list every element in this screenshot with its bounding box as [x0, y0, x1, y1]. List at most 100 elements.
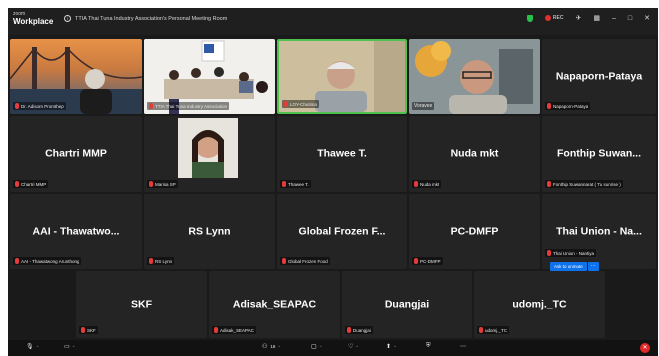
participant-name: Thawee T.	[317, 147, 367, 160]
mic-muted-icon	[149, 181, 153, 187]
mic-muted-icon	[547, 181, 551, 187]
participant-tile[interactable]: RS Lynn RS Lynn	[144, 194, 275, 269]
ask-to-unmute-button[interactable]: Ask to unmute	[550, 262, 587, 271]
chevron-up-icon[interactable]: ^	[320, 344, 322, 349]
participant-label: PC-DMFP	[412, 257, 443, 265]
participant-name: Chartri MMP	[45, 147, 107, 160]
maximize-icon[interactable]: □	[628, 15, 632, 22]
pin-icon[interactable]: ✈	[575, 14, 581, 22]
minimize-icon[interactable]: –	[612, 15, 616, 22]
participant-name: RS Lynn	[188, 224, 231, 237]
chevron-up-icon[interactable]: ^	[73, 344, 75, 349]
participant-name: PC-DMFP	[450, 224, 499, 237]
microphone-icon[interactable]: 🎙	[26, 343, 34, 350]
mic-muted-icon	[414, 258, 418, 264]
share-control[interactable]: ⬆ ^	[386, 343, 396, 350]
zoom-window: zoom Workplace i TTIA Thai Tuna Industry…	[8, 8, 658, 356]
mic-muted-icon	[347, 327, 351, 333]
video-control[interactable]: ▭ ^	[64, 343, 75, 350]
mic-muted-icon	[282, 258, 286, 264]
participant-tile[interactable]: Thai Union - Na... Thai Union - Nantiya	[542, 194, 656, 269]
participant-tile[interactable]: Fonthip Suwan... Fonthip Suwannarat ( Tu…	[542, 116, 656, 192]
rec-label: REC	[552, 15, 564, 21]
participant-tile[interactable]: Dr. Adisorn Promthep	[10, 39, 142, 114]
participant-tile[interactable]: Chartri MMP Chartri MMP	[10, 116, 142, 192]
record-dot-icon	[544, 15, 551, 21]
participant-tile[interactable]: Thawee T. Thawee T.	[277, 116, 407, 192]
participants-count: 18	[270, 344, 276, 349]
participant-label: Nuda mkt	[412, 180, 442, 188]
participant-tile[interactable]: Marisa SP	[144, 116, 275, 192]
info-icon[interactable]: i	[64, 15, 71, 22]
participant-tile[interactable]: Voravee	[409, 39, 540, 114]
more-options-button[interactable]: ···	[587, 262, 599, 271]
participant-name: Adisak_SEAPAC	[232, 297, 317, 310]
share-screen-icon[interactable]: ⬆	[386, 343, 391, 350]
mic-muted-icon	[149, 103, 153, 109]
participant-avatar-photo	[178, 118, 238, 178]
participant-label: Adisak_SEAPAC	[212, 326, 256, 334]
participant-label: Chartri MMP	[13, 180, 49, 188]
participant-tile[interactable]: Global Frozen F... Global Frozen Food	[277, 194, 407, 269]
mic-muted-icon	[15, 258, 19, 264]
participant-label: Dr. Adisorn Promthep	[13, 102, 66, 110]
participant-tile[interactable]: udomj._TC udomj._TC	[474, 271, 605, 338]
participant-label: Duangjai	[345, 326, 373, 334]
mic-muted-icon	[81, 327, 85, 333]
participant-label: Marisa SP	[147, 180, 178, 188]
participant-tile[interactable]: Duangjai Duangjai	[342, 271, 472, 338]
zoom-logo: zoom Workplace	[13, 12, 53, 26]
host-tools-control[interactable]: ⛨	[426, 343, 431, 350]
participant-tile[interactable]: Napaporn-Pataya Napaporn-Pataya	[542, 39, 656, 114]
mic-muted-icon	[149, 258, 153, 264]
title-bar: zoom Workplace i TTIA Thai Tuna Industry…	[8, 8, 658, 35]
reactions-icon[interactable]: ♡	[348, 343, 353, 350]
participants-icon[interactable]: ⚇	[262, 343, 267, 350]
mic-muted-icon	[479, 327, 483, 333]
participant-label: Global Frozen Food	[280, 257, 330, 265]
participant-name: Global Frozen F...	[298, 224, 386, 237]
participants-control[interactable]: ⚇ 18 ^	[262, 343, 280, 350]
mic-muted-icon	[15, 181, 19, 187]
participant-name: Fonthip Suwan...	[557, 147, 641, 160]
video-camera-icon[interactable]: ▭	[64, 343, 70, 350]
participant-label: AAI - Thawatwong Arunthong	[13, 257, 82, 265]
react-control[interactable]: ♡ ^	[348, 343, 358, 350]
audio-control[interactable]: 🎙 ^	[26, 343, 39, 350]
chevron-up-icon[interactable]: ^	[394, 344, 396, 349]
encryption-shield-icon[interactable]	[526, 14, 533, 22]
meeting-info[interactable]: i TTIA Thai Tuna Industry Association's …	[64, 15, 227, 22]
chat-control[interactable]: ▢ ^	[311, 343, 322, 350]
participant-tile[interactable]: Adisak_SEAPAC Adisak_SEAPAC	[209, 271, 340, 338]
mic-muted-icon	[284, 101, 288, 107]
gallery-view-icon[interactable]: ▦	[593, 14, 600, 22]
participant-label: Fonthip Suwannarat ( Tu sunrise )	[545, 180, 623, 188]
participant-label: Thawee T.	[280, 180, 311, 188]
chevron-up-icon[interactable]: ^	[356, 344, 358, 349]
host-tools-shield-icon[interactable]: ⛨	[426, 343, 431, 350]
participant-tile[interactable]: Nuda mkt Nuda mkt	[409, 116, 540, 192]
participant-tile[interactable]: PC-DMFP PC-DMFP	[409, 194, 540, 269]
mic-muted-icon	[547, 250, 551, 256]
more-control[interactable]: ⋯	[460, 343, 466, 350]
mic-muted-icon	[414, 181, 418, 187]
participant-tile[interactable]: SKF SKF	[76, 271, 207, 338]
end-meeting-button[interactable]: ✕	[640, 343, 650, 353]
chevron-up-icon[interactable]: ^	[278, 344, 280, 349]
recording-indicator[interactable]: REC	[544, 15, 564, 21]
participant-tile[interactable]: TTIA Thai Tuna Industry Association	[144, 39, 275, 114]
more-dots-icon[interactable]: ⋯	[460, 343, 466, 350]
chevron-up-icon[interactable]: ^	[37, 344, 39, 349]
mic-muted-icon	[15, 103, 19, 109]
participant-name: udomj._TC	[512, 297, 567, 310]
participant-tile-active-speaker[interactable]: LOY-Chutima	[277, 39, 407, 114]
ask-to-unmute-control: Ask to unmute ···	[550, 262, 599, 271]
participant-tile[interactable]: AAI - Thawatwo... AAI - Thawatwong Arunt…	[10, 194, 142, 269]
participant-label: Voravee	[412, 102, 435, 110]
participant-label: Napaporn-Pataya	[545, 102, 591, 110]
mic-muted-icon	[214, 327, 218, 333]
chat-icon[interactable]: ▢	[311, 343, 317, 350]
close-window-icon[interactable]: ✕	[644, 14, 650, 22]
mic-muted-icon	[282, 181, 286, 187]
participant-name: Nuda mkt	[450, 147, 499, 160]
